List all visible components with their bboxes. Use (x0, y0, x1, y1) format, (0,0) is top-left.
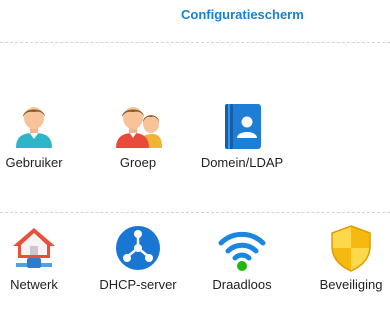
tile-directory-label: Domein/LDAP (200, 155, 284, 170)
tile-security[interactable]: Beveiliging (303, 224, 390, 310)
shield-icon (327, 224, 375, 272)
tile-group[interactable]: Groep (90, 102, 186, 188)
group-icon (114, 102, 162, 150)
tile-security-label: Beveiliging (319, 277, 383, 292)
tile-wireless-label: Draadloos (212, 277, 272, 292)
tile-wireless[interactable]: Draadloos (194, 224, 290, 310)
network-icon (10, 224, 58, 272)
section-divider (0, 212, 390, 213)
tile-network[interactable]: Netwerk (0, 224, 82, 310)
tile-dhcp-label: DHCP-server (99, 277, 177, 292)
tile-network-label: Netwerk (10, 277, 58, 292)
user-icon (10, 102, 58, 150)
section-divider (0, 42, 390, 43)
tile-group-label: Groep (119, 155, 157, 170)
tile-directory[interactable]: Domein/LDAP (194, 102, 290, 188)
tile-dhcp[interactable]: DHCP-server (90, 224, 186, 310)
page-title: Configuratiescherm (181, 7, 304, 22)
wifi-icon (218, 224, 266, 272)
tile-user[interactable]: Gebruiker (0, 102, 82, 188)
dhcp-icon (114, 224, 162, 272)
directory-icon (218, 102, 266, 150)
tile-user-label: Gebruiker (5, 155, 63, 170)
